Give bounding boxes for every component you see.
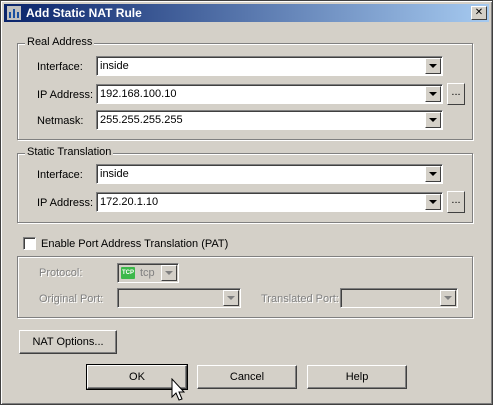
nat-options-button[interactable]: NAT Options... [19,330,117,354]
translated-interface-select[interactable]: inside [96,164,443,184]
real-interface-select[interactable]: inside [96,56,443,76]
real-ip-value: 192.168.100.10 [100,88,177,100]
pat-group [17,256,473,318]
enable-pat-label[interactable]: Enable Port Address Translation (PAT) [41,238,228,250]
close-icon: ✕ [474,7,484,18]
chevron-down-icon[interactable] [223,290,239,306]
protocol-value: tcp [140,267,155,279]
chevron-down-icon[interactable] [425,86,441,102]
netmask-value: 255.255.255.255 [100,114,183,126]
translated-interface-label: Interface: [37,169,83,181]
original-port-label: Original Port: [39,293,104,305]
title-bar[interactable]: Add Static NAT Rule ✕ [4,4,489,22]
chevron-down-icon[interactable] [440,290,456,306]
enable-pat-checkbox[interactable] [23,237,36,250]
chevron-down-icon[interactable] [425,58,441,74]
translated-port-select[interactable] [340,288,458,308]
original-port-select[interactable] [117,288,241,308]
close-button[interactable]: ✕ [471,6,487,20]
chevron-down-icon[interactable] [425,112,441,128]
translated-ip-select[interactable]: 172.20.1.10 [96,192,443,212]
protocol-label: Protocol: [39,267,83,279]
real-ip-browse-button[interactable]: ... [447,83,465,105]
cancel-button[interactable]: Cancel [197,365,297,389]
translated-interface-value: inside [100,168,129,180]
add-static-nat-rule-dialog: Add Static NAT Rule ✕ Real Address Inter… [0,0,493,405]
tcp-protocol-icon: TCP [121,267,135,279]
mouse-pointer-icon [171,378,185,401]
translated-ip-value: 172.20.1.10 [100,196,159,208]
chevron-down-icon[interactable] [161,265,177,281]
netmask-select[interactable]: 255.255.255.255 [96,110,443,130]
static-translation-legend: Static Translation [25,146,114,158]
protocol-select[interactable]: TCP tcp [117,263,179,283]
real-address-legend: Real Address [25,36,95,48]
real-ip-select[interactable]: 192.168.100.10 [96,84,443,104]
window-title: Add Static NAT Rule [26,6,142,20]
help-button[interactable]: Help [307,365,407,389]
app-icon [7,6,21,20]
real-ip-label: IP Address: [37,89,94,101]
real-interface-value: inside [100,60,129,72]
chevron-down-icon[interactable] [425,194,441,210]
netmask-label: Netmask: [37,115,84,127]
translated-ip-browse-button[interactable]: ... [447,191,465,213]
translated-port-label: Translated Port: [261,293,339,305]
real-interface-label: Interface: [37,61,83,73]
translated-ip-label: IP Address: [37,197,94,209]
chevron-down-icon[interactable] [425,166,441,182]
